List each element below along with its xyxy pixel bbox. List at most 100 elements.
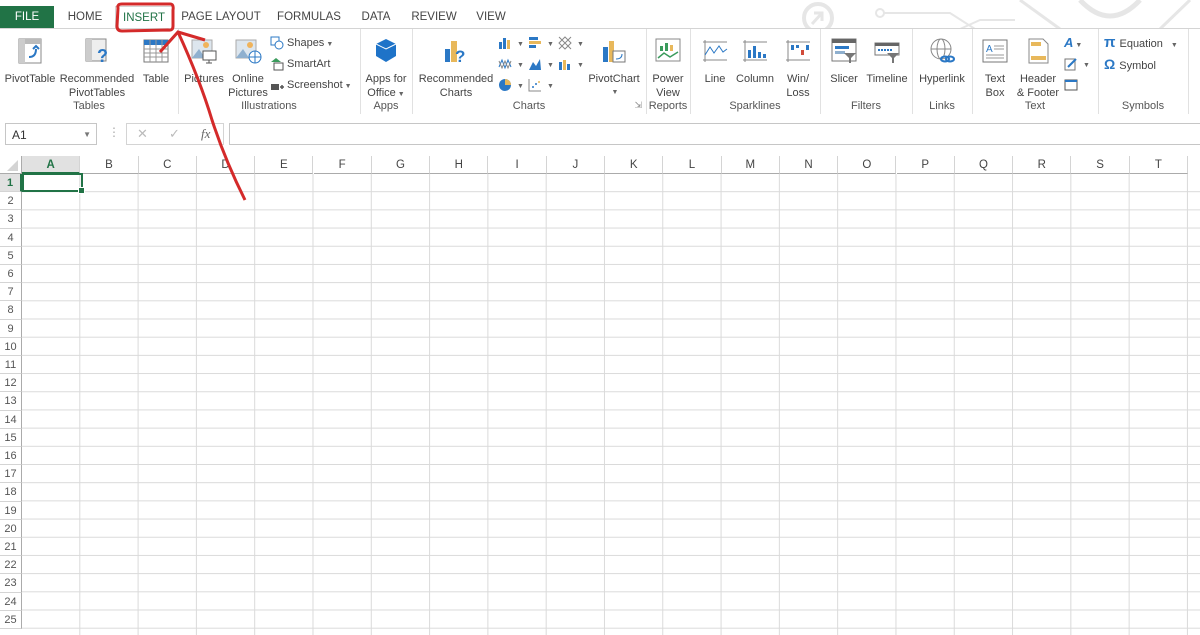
tab-home[interactable]: HOME — [62, 6, 108, 28]
online-pictures-button[interactable]: Online Pictures — [228, 37, 268, 100]
cancel-icon[interactable]: ✕ — [137, 126, 148, 142]
select-all-button[interactable] — [0, 156, 22, 174]
row-header-9[interactable]: 9 — [0, 319, 22, 338]
combo-chart-button[interactable]: ▼ — [558, 55, 584, 73]
tab-data[interactable]: DATA — [356, 6, 396, 28]
column-chart-button[interactable]: ▼ — [498, 34, 524, 52]
formula-input[interactable] — [229, 123, 1200, 145]
hyperlink-button[interactable]: Hyperlink — [916, 37, 968, 86]
slicer-button[interactable]: Slicer — [826, 37, 862, 86]
tab-insert[interactable]: INSERT — [115, 6, 173, 30]
column-header-j[interactable]: J — [546, 156, 605, 174]
tab-file[interactable]: FILE — [0, 6, 54, 29]
column-header-q[interactable]: Q — [954, 156, 1014, 174]
power-view-button[interactable]: Power View — [648, 37, 688, 100]
recommended-charts-button[interactable]: ? Recommended Charts — [416, 37, 496, 100]
row-header-12[interactable]: 12 — [0, 374, 22, 393]
name-box-dropdown-icon[interactable]: ▼ — [83, 124, 91, 146]
row-header-13[interactable]: 13 — [0, 392, 22, 411]
area-chart-button[interactable]: ▼ — [528, 55, 554, 73]
row-header-17[interactable]: 17 — [0, 465, 22, 484]
column-header-o[interactable]: O — [838, 156, 897, 174]
column-header-k[interactable]: K — [605, 156, 664, 174]
row-header-23[interactable]: 23 — [0, 574, 22, 593]
sparkline-column-button[interactable]: Column — [734, 37, 776, 86]
row-header-2[interactable]: 2 — [0, 192, 22, 211]
column-header-s[interactable]: S — [1071, 156, 1130, 174]
column-header-n[interactable]: N — [779, 156, 839, 174]
column-header-r[interactable]: R — [1013, 156, 1072, 174]
formula-bar-grip-icon[interactable]: ⋮ — [108, 125, 120, 139]
screenshot-button[interactable]: Screenshot ▼ — [270, 76, 352, 94]
tab-formulas[interactable]: FORMULAS — [274, 6, 344, 28]
bar-chart-button[interactable]: ▼ — [528, 34, 554, 52]
enter-icon[interactable]: ✓ — [169, 126, 180, 142]
pie-chart-button[interactable]: ▼ — [498, 76, 524, 94]
recommended-pivottables-button[interactable]: ? Recommended PivotTables — [58, 37, 136, 100]
text-box-button[interactable]: A Text Box — [978, 37, 1012, 100]
row-header-14[interactable]: 14 — [0, 410, 22, 429]
row-header-6[interactable]: 6 — [0, 265, 22, 284]
row-header-1[interactable]: 1 — [0, 174, 22, 193]
sparkline-line-button[interactable]: Line — [698, 37, 732, 86]
row-header-15[interactable]: 15 — [0, 428, 22, 447]
power-view-label-1: Power — [652, 73, 684, 85]
tab-page-layout[interactable]: PAGE LAYOUT — [180, 6, 262, 28]
column-header-m[interactable]: M — [721, 156, 780, 174]
row-header-19[interactable]: 19 — [0, 501, 22, 520]
scatter-chart-button[interactable]: ▼ — [528, 76, 554, 94]
column-header-l[interactable]: L — [663, 156, 722, 174]
column-header-i[interactable]: I — [488, 156, 547, 174]
row-header-7[interactable]: 7 — [0, 283, 22, 302]
row-header-11[interactable]: 11 — [0, 356, 22, 375]
column-header-p[interactable]: P — [896, 156, 955, 174]
column-header-f[interactable]: F — [313, 156, 372, 174]
row-header-3[interactable]: 3 — [0, 210, 22, 229]
column-header-a[interactable]: A — [22, 156, 81, 174]
insert-function-icon[interactable]: fx — [201, 126, 210, 142]
timeline-button[interactable]: Timeline — [864, 37, 910, 86]
shapes-button[interactable]: Shapes ▼ — [270, 34, 333, 52]
column-header-e[interactable]: E — [255, 156, 314, 174]
sparkline-winloss-button[interactable]: Win/ Loss — [780, 37, 816, 100]
pivottable-button[interactable]: PivotTable — [3, 37, 57, 86]
row-header-4[interactable]: 4 — [0, 228, 22, 247]
screenshot-label: Screenshot — [287, 79, 343, 91]
column-header-t[interactable]: T — [1129, 156, 1188, 174]
row-header-16[interactable]: 16 — [0, 447, 22, 466]
object-button[interactable] — [1064, 76, 1081, 94]
name-box[interactable]: A1 ▼ — [5, 123, 97, 145]
row-header-22[interactable]: 22 — [0, 556, 22, 575]
row-header-24[interactable]: 24 — [0, 592, 22, 611]
charts-dialog-launcher-icon[interactable]: ⇲ — [634, 100, 642, 111]
smartart-button[interactable]: SmartArt — [270, 55, 330, 73]
header-footer-button[interactable]: Header & Footer — [1014, 37, 1062, 100]
row-header-5[interactable]: 5 — [0, 246, 22, 265]
apps-for-office-button[interactable]: Apps for Office ▼ — [362, 37, 410, 102]
row-header-21[interactable]: 21 — [0, 538, 22, 557]
row-header-8[interactable]: 8 — [0, 301, 22, 320]
row-header-20[interactable]: 20 — [0, 519, 22, 538]
column-header-h[interactable]: H — [430, 156, 489, 174]
signature-line-button[interactable]: ▼ — [1064, 55, 1090, 73]
pivotchart-button[interactable]: PivotChart ▼ — [586, 37, 642, 100]
tab-review[interactable]: REVIEW — [408, 6, 460, 28]
cells[interactable] — [22, 174, 1200, 635]
column-header-c[interactable]: C — [138, 156, 197, 174]
tab-view[interactable]: VIEW — [472, 6, 510, 28]
wordart-button[interactable]: A ▼ — [1064, 34, 1082, 52]
pictures-button[interactable]: Pictures — [182, 37, 226, 86]
sparkline-column-label: Column — [736, 73, 774, 85]
row-header-10[interactable]: 10 — [0, 337, 22, 356]
column-header-d[interactable]: D — [196, 156, 256, 174]
table-button[interactable]: Table — [138, 37, 174, 86]
radar-chart-button[interactable]: ▼ — [558, 34, 584, 52]
symbol-button[interactable]: Ω Symbol — [1104, 55, 1156, 73]
row-header-18[interactable]: 18 — [0, 483, 22, 502]
row-header-25[interactable]: 25 — [0, 610, 22, 629]
active-cell-a1[interactable] — [22, 173, 85, 194]
equation-button[interactable]: π Equation ▼ — [1104, 34, 1178, 52]
column-header-g[interactable]: G — [371, 156, 431, 174]
line-chart-button[interactable]: ▼ — [498, 55, 524, 73]
column-header-b[interactable]: B — [80, 156, 139, 174]
